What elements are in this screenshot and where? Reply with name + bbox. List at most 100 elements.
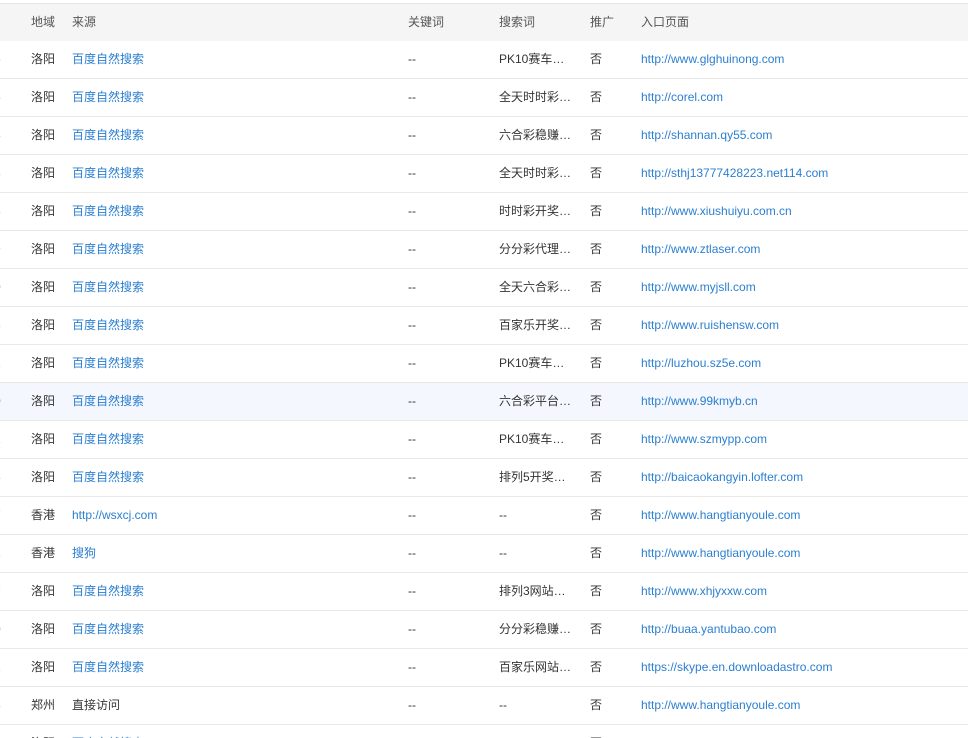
source-link[interactable]: 百度自然搜索 <box>72 193 372 230</box>
entry-page-link[interactable]: http://www.ruishensw.com <box>641 307 968 344</box>
entry-page-link[interactable]: https://skype.en.downloadastro.com <box>641 649 968 686</box>
table-row[interactable]: 0 洛阳 百度自然搜索 -- 分分彩稳赚… 否 http://buaa.yantubao.c… <box>0 611 968 649</box>
entry-page-link[interactable]: http://shannan.qy55.com <box>641 117 968 154</box>
row-index: 3 <box>0 307 8 344</box>
table-row[interactable]: 2 洛阳 百度自然搜索 -- PK10赛车… 否 http://luzhou.sz5e.co… <box>0 345 968 383</box>
source-link[interactable]: 百度自然搜索 <box>72 345 372 382</box>
table-row[interactable]: 8 洛阳 百度自然搜索 -- 全天时时彩… 否 http://sthj13777428223… <box>0 155 968 193</box>
search-term-cell: 全天时时彩… <box>499 90 571 104</box>
keyword-cell: -- <box>408 166 416 180</box>
row-index: 1 <box>0 421 8 458</box>
entry-page-link[interactable]: http://luzhou.sz5e.com <box>641 345 968 382</box>
row-index: 5 <box>0 459 8 496</box>
source-link[interactable]: 百度自然搜索 <box>72 649 372 686</box>
region-cell: 洛阳 <box>31 622 56 636</box>
entry-page-link[interactable]: http://www.ztlaser.com <box>641 231 968 268</box>
source-link[interactable]: 百度自然搜索 <box>72 383 372 420</box>
table-row[interactable]: 7 洛阳 百度自然搜索 -- 排列3网站… 否 http://www.xhjyxxw.com <box>0 573 968 611</box>
source-link[interactable]: 百度自然搜索 <box>72 79 372 116</box>
row-index: 8 <box>0 155 8 192</box>
table-row[interactable]: 0 洛阳 百度自然搜索 -- 全天六合彩… 否 http://www.myjsll.com <box>0 269 968 307</box>
table-row[interactable]: 9 洛阳 百度自然搜索 -- 分分彩代理… 否 http://www.ztlaser.com <box>0 231 968 269</box>
source-link[interactable]: 百度自然搜索 <box>72 231 372 268</box>
table-row[interactable]: 1 洛阳 百度自然搜索 -- PK10赛车… 否 http://www.szmypp.com <box>0 421 968 459</box>
entry-page-link[interactable] <box>641 725 968 738</box>
promoted-cell: 否 <box>590 470 603 484</box>
source-link[interactable]: 百度自然搜索 <box>72 155 372 192</box>
promoted-cell: 否 <box>590 725 620 738</box>
row-index <box>0 725 8 738</box>
entry-page-link[interactable]: http://www.glghuinong.com <box>641 41 968 78</box>
source-link[interactable]: 搜狗 <box>72 535 372 572</box>
table-row[interactable]: 6 洛阳 百度自然搜索 -- PK10赛车… 否 http://www.glghuinong… <box>0 41 968 79</box>
source-link[interactable]: 百度自然搜索 <box>72 117 372 154</box>
source-link[interactable]: 百度自然搜索 <box>72 41 372 78</box>
entry-page-link[interactable]: http://buaa.yantubao.com <box>641 611 968 648</box>
table-row[interactable]: 7 香港 http://wsxcj.com -- -- 否 http://www.hangt… <box>0 497 968 535</box>
source-link[interactable]: http://wsxcj.com <box>72 497 372 534</box>
table-row[interactable]: 1 香港 搜狗 -- -- 否 http://www.hangtianyoule.com <box>0 535 968 573</box>
keyword-cell: -- <box>408 698 416 712</box>
promoted-cell: 否 <box>590 356 603 370</box>
header-source[interactable]: 来源 <box>72 4 372 41</box>
promoted-cell: 否 <box>590 622 603 636</box>
region-cell: 洛阳 <box>31 242 56 256</box>
source-link[interactable]: 百度自然搜索 <box>72 307 372 344</box>
entry-page-link[interactable]: http://www.hangtianyoule.com <box>641 687 968 724</box>
table-row[interactable]: 洛阳百度自然搜索 -- 否 <box>0 725 968 738</box>
header-entry-page[interactable]: 入口页面 <box>641 4 968 41</box>
row-index: 7 <box>0 497 8 534</box>
source-link[interactable]: 百度自然搜索 <box>72 725 372 738</box>
entry-page-link[interactable]: http://www.myjsll.com <box>641 269 968 306</box>
table-row[interactable]: 1 洛阳 百度自然搜索 -- 百家乐网站… 否 https://skype.en.downl… <box>0 649 968 687</box>
promoted-cell: 否 <box>590 204 603 218</box>
header-keyword[interactable]: 关键词 <box>408 4 468 41</box>
source-link[interactable]: 百度自然搜索 <box>72 421 372 458</box>
entry-page-link[interactable]: http://www.99kmyb.cn <box>641 383 968 420</box>
entry-page-link[interactable]: http://corel.com <box>641 79 968 116</box>
table-header: 地域 来源 关键词 搜索词 推广 入口页面 <box>0 3 968 42</box>
region-cell: 洛阳 <box>31 90 56 104</box>
source-link[interactable]: 百度自然搜索 <box>72 459 372 496</box>
search-term-cell: 百家乐开奖… <box>499 318 571 332</box>
promoted-cell: 否 <box>590 660 603 674</box>
source-link[interactable]: 百度自然搜索 <box>72 573 372 610</box>
region-cell: 郑州 <box>31 698 56 712</box>
table-row[interactable]: 8 洛阳 百度自然搜索 -- 六合彩稳赚… 否 http://shannan.qy55.co… <box>0 117 968 155</box>
promoted-cell: 否 <box>590 698 603 712</box>
keyword-cell: -- <box>408 470 416 484</box>
table-row[interactable]: 6 洛阳 百度自然搜索 -- 全天时时彩… 否 http://corel.com <box>0 79 968 117</box>
keyword-cell: -- <box>408 725 468 738</box>
source-link[interactable]: 百度自然搜索 <box>72 611 372 648</box>
table-row[interactable]: 3 洛阳 百度自然搜索 -- 百家乐开奖… 否 http://www.ruishensw.c… <box>0 307 968 345</box>
entry-page-link[interactable]: http://www.hangtianyoule.com <box>641 497 968 534</box>
entry-page-link[interactable]: http://www.hangtianyoule.com <box>641 535 968 572</box>
region-cell: 洛阳 <box>31 725 67 738</box>
table-row[interactable]: 0 洛阳 百度自然搜索 -- 六合彩平台… 否 http://www.99kmyb.cn <box>0 383 968 421</box>
region-cell: 洛阳 <box>31 584 56 598</box>
source-link[interactable]: 百度自然搜索 <box>72 269 372 306</box>
table-row[interactable]: 5 洛阳 百度自然搜索 -- 排列5开奖… 否 http://baicaokangyin.l… <box>0 459 968 497</box>
entry-page-link[interactable]: http://www.xiushuiyu.com.cn <box>641 193 968 230</box>
entry-page-link[interactable]: http://www.szmypp.com <box>641 421 968 458</box>
promoted-cell: 否 <box>590 52 603 66</box>
search-term-cell: 排列3网站… <box>499 584 566 598</box>
search-term-cell: 百家乐网站… <box>499 660 571 674</box>
keyword-cell: -- <box>408 508 416 522</box>
region-cell: 洛阳 <box>31 470 56 484</box>
header-search-term[interactable]: 搜索词 <box>499 4 571 41</box>
table-row[interactable]: 8 郑州 直接访问 -- -- 否 http://www.hangtianyoule.com <box>0 687 968 725</box>
row-index: 8 <box>0 687 8 724</box>
region-cell: 洛阳 <box>31 280 56 294</box>
visits-table: 地域 来源 关键词 搜索词 推广 入口页面 6洛阳百度自然搜索--PK10赛车…… <box>0 0 968 738</box>
region-cell: 洛阳 <box>31 318 56 332</box>
entry-page-link[interactable]: http://www.xhjyxxw.com <box>641 573 968 610</box>
entry-page-link[interactable]: http://baicaokangyin.lofter.com <box>641 459 968 496</box>
header-region[interactable]: 地域 <box>31 4 67 41</box>
entry-page-link[interactable]: http://sthj13777428223.net114.com <box>641 155 968 192</box>
table-row[interactable]: 8 洛阳 百度自然搜索 -- 时时彩开奖… 否 http://www.xiushuiyu.c… <box>0 193 968 231</box>
region-cell: 洛阳 <box>31 204 56 218</box>
search-term-cell: PK10赛车… <box>499 356 565 370</box>
header-promoted[interactable]: 推广 <box>590 4 620 41</box>
row-index: 6 <box>0 79 8 116</box>
